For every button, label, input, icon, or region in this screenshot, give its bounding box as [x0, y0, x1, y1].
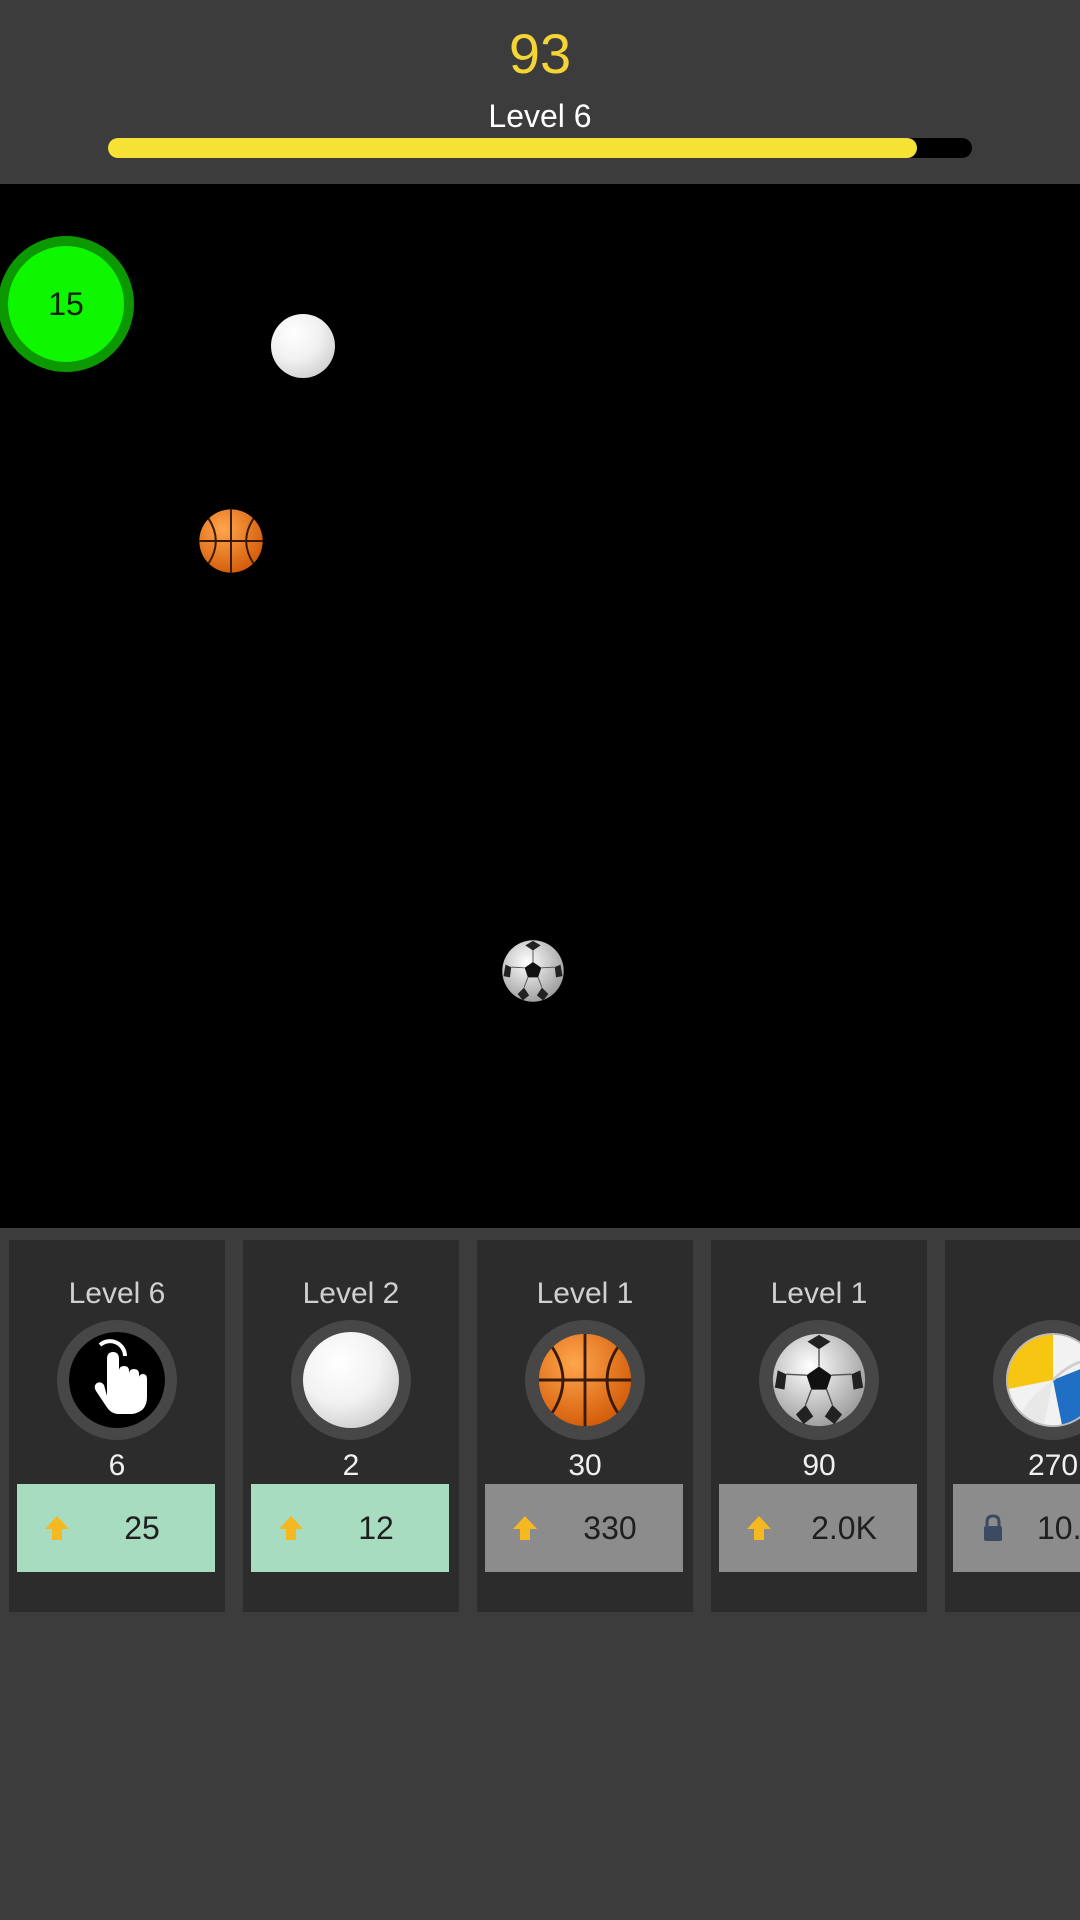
card-level-label: Level 1 [770, 1277, 868, 1310]
card-icon-ring [57, 1320, 177, 1440]
play-area[interactable] [0, 184, 1080, 1228]
upgrade-cost: 2.0K [811, 1510, 877, 1546]
bubble-value: 15 [48, 285, 84, 322]
score-counter: 93 [508, 22, 572, 85]
upgrade-buy-button[interactable]: 10. [953, 1484, 1080, 1572]
card-icon-ring [993, 1320, 1080, 1440]
upgrade-buy-button[interactable]: 12 [251, 1484, 449, 1572]
upgrade-cost: 12 [358, 1510, 394, 1546]
card-power-value: 270 [1027, 1449, 1079, 1482]
upgrade-buy-button[interactable]: 2.0K [719, 1484, 917, 1572]
lock-icon [984, 1514, 1002, 1541]
card-level-label: Level 6 [68, 1277, 166, 1310]
card-power-value: 90 [802, 1449, 836, 1482]
soccer-ball-icon [771, 1332, 867, 1428]
up-arrow-icon [279, 1516, 303, 1540]
card-icon-ring [759, 1320, 879, 1440]
basketball-icon [198, 508, 264, 574]
upgrade-card-volleyball: 270 10. [945, 1240, 1080, 1612]
soccer-ball-icon [501, 939, 565, 1003]
up-arrow-icon [45, 1516, 69, 1540]
upgrade-card-basketball: Level 1 30 330 [477, 1240, 693, 1612]
tap-hand-icon [69, 1332, 165, 1428]
card-icon-ring [525, 1320, 645, 1440]
upgrade-card-soccer-ball: Level 1 90 2.0K [711, 1240, 927, 1612]
volleyball-icon [1005, 1332, 1080, 1428]
level-progress-bar [108, 138, 972, 158]
up-arrow-icon [513, 1516, 537, 1540]
upgrade-cost: 10. [1037, 1510, 1080, 1546]
top-hud: 93 Level 6 [0, 0, 1080, 184]
upgrade-cost: 25 [124, 1510, 160, 1546]
upgrade-card-tap: Level 6 6 25 [9, 1240, 225, 1612]
white-ball-icon [271, 314, 335, 378]
white-ball-icon [303, 1332, 399, 1428]
card-power-value: 6 [108, 1449, 126, 1482]
upgrade-buy-button[interactable]: 25 [17, 1484, 215, 1572]
basketball-icon [537, 1332, 633, 1428]
upgrade-card-white-ball: Level 2 2 12 [243, 1240, 459, 1612]
level-title: Level 6 [488, 98, 592, 134]
card-level-label: Level 2 [302, 1277, 400, 1310]
up-arrow-icon [747, 1516, 771, 1540]
bonus-bubble[interactable]: 15 [0, 236, 134, 372]
card-level-label: Level 1 [536, 1277, 634, 1310]
upgrade-cost: 330 [583, 1510, 637, 1546]
card-power-value: 2 [342, 1449, 360, 1482]
upgrade-buy-button[interactable]: 330 [485, 1484, 683, 1572]
card-power-value: 30 [568, 1449, 602, 1482]
card-icon-ring [291, 1320, 411, 1440]
level-progress-fill [108, 138, 917, 158]
